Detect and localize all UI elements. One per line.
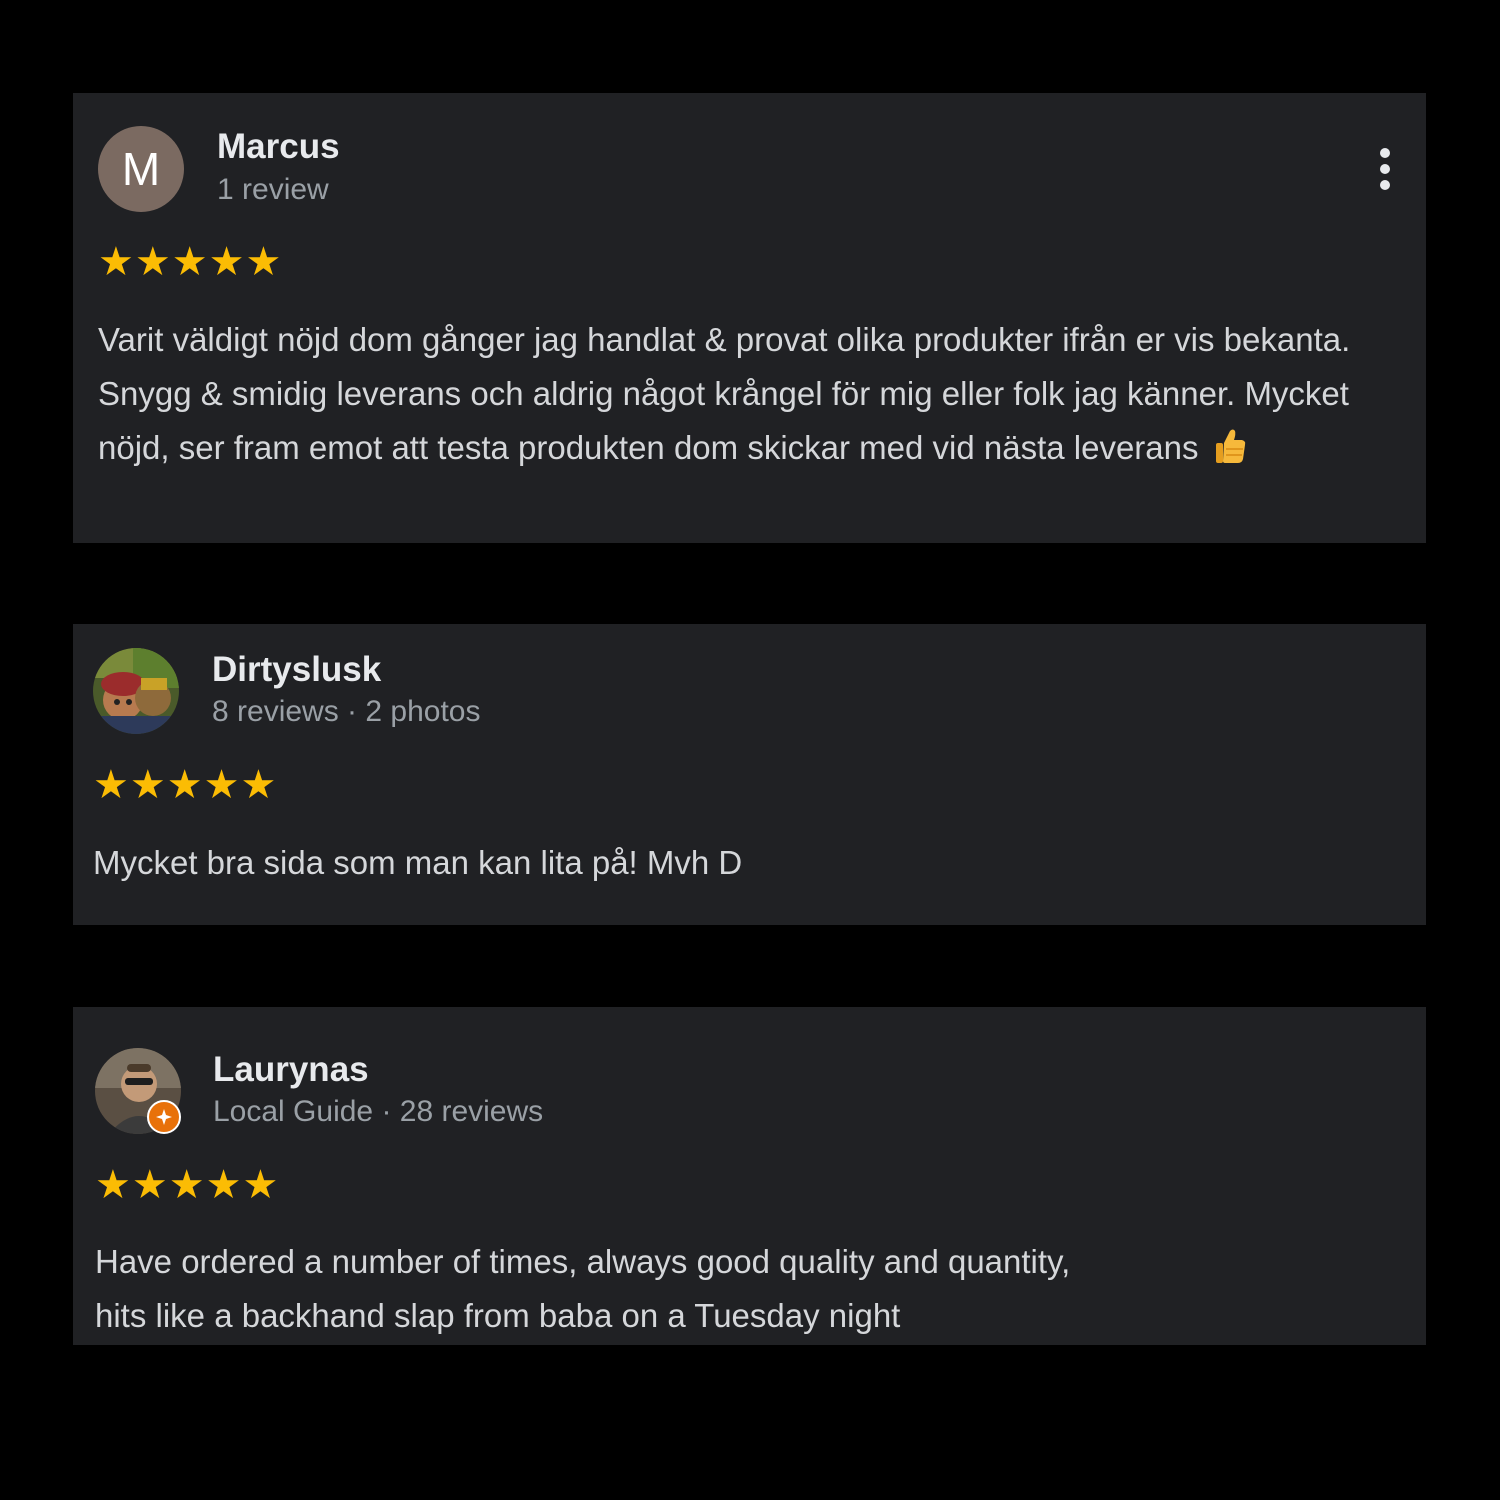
star-icon: ★: [245, 239, 282, 285]
review-text-line: Have ordered a number of times, always g…: [95, 1243, 1071, 1280]
review-card: Laurynas Local Guide · 28 reviews ★★★★★ …: [73, 1007, 1426, 1345]
star-icon: ★: [205, 1162, 242, 1208]
more-options-icon: [1380, 148, 1390, 158]
star-icon: ★: [98, 239, 134, 285]
review-card: M Marcus 1 review ★★★★★ Varit väldigt nö…: [73, 93, 1426, 543]
more-options-icon-dot: [1380, 164, 1390, 174]
thumbs-up-icon: [1213, 427, 1247, 481]
more-options-icon-dot: [1380, 180, 1390, 190]
reviewer-meta: Local Guide · 28 reviews: [213, 1095, 544, 1128]
star-icon: ★: [134, 239, 171, 285]
star-rating: ★★★★★: [93, 762, 277, 808]
review-text-content: Varit väldigt nöjd dom gånger jag handla…: [98, 321, 1351, 466]
star-icon: ★: [171, 239, 208, 285]
local-guide-badge-icon: [147, 1100, 181, 1134]
review-text: Have ordered a number of times, always g…: [95, 1235, 1395, 1343]
review-card: Dirtyslusk 8 reviews · 2 photos ★★★★★ My…: [73, 624, 1426, 925]
reviewer-name[interactable]: Dirtyslusk: [212, 650, 381, 690]
review-text-line: hits like a backhand slap from baba on a…: [95, 1297, 901, 1334]
reviewer-name[interactable]: Laurynas: [213, 1050, 369, 1090]
avatar-letter: M: [121, 143, 161, 195]
star-icon: ★: [242, 1162, 279, 1208]
more-options-button[interactable]: [1368, 141, 1402, 197]
star-icon: ★: [208, 239, 245, 285]
star-icon: ★: [168, 1162, 205, 1208]
star-icon: ★: [95, 1162, 131, 1208]
star-icon: ★: [166, 762, 203, 808]
avatar[interactable]: M: [98, 126, 184, 212]
review-text: Varit väldigt nöjd dom gånger jag handla…: [98, 313, 1418, 481]
reviewer-meta: 8 reviews · 2 photos: [212, 695, 481, 728]
star-icon: ★: [93, 762, 129, 808]
star-icon: ★: [203, 762, 240, 808]
star-icon: ★: [131, 1162, 168, 1208]
reviewer-name[interactable]: Marcus: [217, 127, 340, 167]
avatar-photo: [93, 648, 179, 734]
star-rating: ★★★★★: [98, 239, 282, 285]
avatar[interactable]: [93, 648, 179, 734]
review-text: Mycket bra sida som man kan lita på! Mvh…: [93, 844, 743, 881]
star-icon: ★: [240, 762, 277, 808]
reviewer-meta: 1 review: [217, 173, 329, 206]
star-icon: ★: [129, 762, 166, 808]
star-rating: ★★★★★: [95, 1162, 279, 1208]
